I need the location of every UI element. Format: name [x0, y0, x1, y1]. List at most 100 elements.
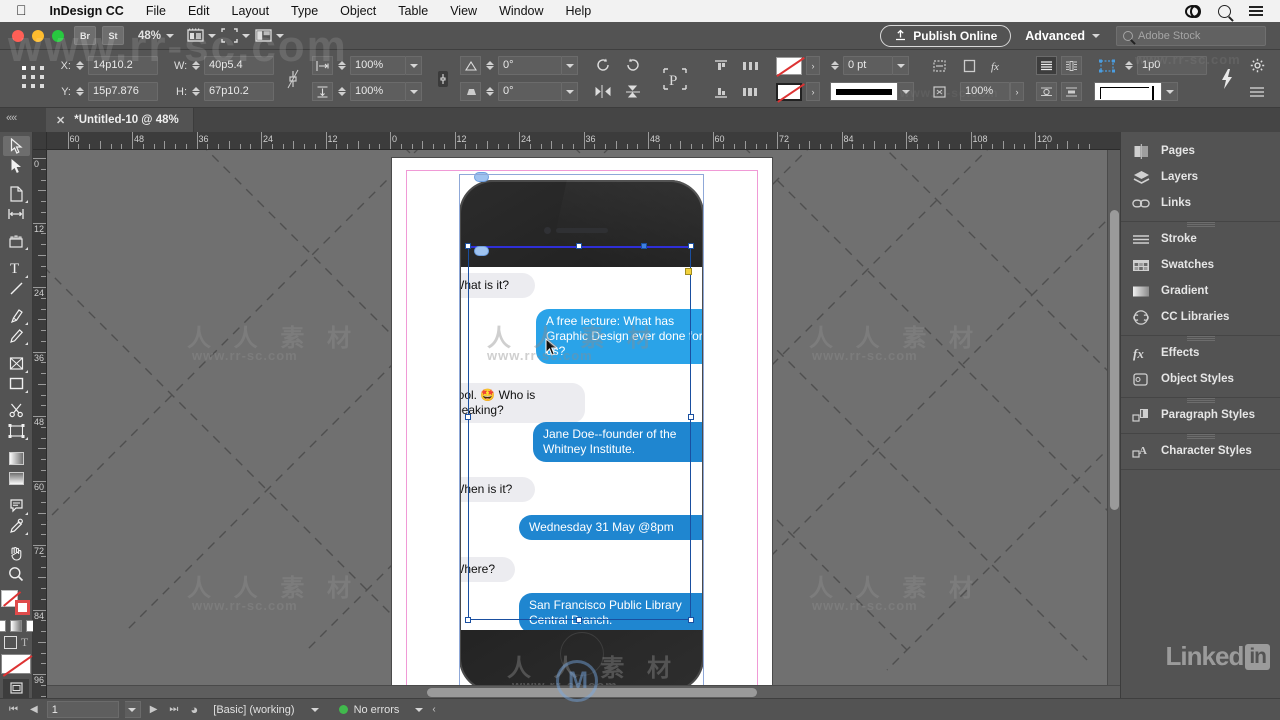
stroke-style-dropdown[interactable]	[898, 82, 914, 101]
last-page-icon[interactable]: ⏭	[166, 704, 181, 715]
zoom-level-control[interactable]: 48%	[130, 30, 182, 42]
frame-tool[interactable]	[3, 353, 30, 373]
dock-grip[interactable]	[1186, 433, 1215, 439]
flip-horizontal-icon[interactable]	[592, 82, 614, 101]
line-tool[interactable]	[3, 279, 30, 299]
next-page-icon[interactable]: ▶	[147, 704, 161, 715]
dock-item-pages[interactable]: Pages	[1121, 138, 1280, 164]
note-tool[interactable]	[3, 496, 30, 516]
rotate-clockwise-icon[interactable]	[592, 56, 614, 75]
ruler-origin[interactable]	[33, 132, 47, 150]
apply-none-swatch[interactable]	[1, 654, 31, 674]
reference-point-proxy[interactable]	[22, 65, 48, 92]
apply-gradient-icon[interactable]	[10, 620, 22, 633]
gradient-swatch-tool[interactable]	[3, 448, 30, 468]
normal-view-mode-icon[interactable]	[3, 678, 29, 699]
notification-center-icon[interactable]	[1240, 3, 1272, 18]
rotate-dropdown[interactable]	[562, 56, 578, 75]
selection-tool[interactable]	[2, 136, 30, 157]
menu-edit[interactable]: Edit	[177, 4, 221, 18]
opacity-dropdown[interactable]: ›	[1010, 82, 1024, 101]
menu-file[interactable]: File	[135, 4, 177, 18]
stroke-weight-dropdown[interactable]	[893, 56, 909, 75]
status-expand-icon[interactable]: ‹	[429, 704, 438, 715]
gear-icon[interactable]	[1246, 56, 1268, 75]
shear-stepper[interactable]	[485, 87, 494, 96]
menu-type[interactable]: Type	[280, 4, 329, 18]
distribute-vertical-icon[interactable]	[740, 82, 762, 101]
stroke-weight-input[interactable]: 0 pt	[843, 56, 893, 75]
page-number-dropdown[interactable]	[124, 701, 141, 718]
hand-tool[interactable]	[3, 543, 30, 563]
dock-item-gradient[interactable]: Gradient	[1121, 278, 1280, 304]
adobe-stock-button[interactable]: St	[102, 26, 124, 45]
apply-color-icon[interactable]	[0, 620, 6, 633]
menu-object[interactable]: Object	[329, 4, 387, 18]
chevron-down-icon[interactable]	[166, 33, 175, 38]
text-wrap-bounding-box-icon[interactable]	[1061, 56, 1082, 75]
menubar-app-name[interactable]: InDesign CC	[39, 4, 135, 18]
pencil-tool[interactable]	[3, 326, 30, 346]
workspace-switcher[interactable]: Advanced	[1025, 29, 1100, 43]
first-page-icon[interactable]: ⏮	[6, 704, 21, 715]
stroke-weight-stepper[interactable]	[830, 61, 839, 70]
effects-fx-icon[interactable]: fx	[988, 56, 1010, 75]
format-container-icon[interactable]	[3, 636, 17, 650]
chevron-down-icon[interactable]	[1092, 33, 1100, 38]
previous-page-icon[interactable]: ◀	[27, 704, 41, 715]
w-input[interactable]: 40p5.4	[204, 56, 274, 75]
x-stepper[interactable]	[75, 61, 84, 70]
fill-stroke-proxy[interactable]	[1, 589, 31, 616]
constrain-proportions-icon[interactable]	[282, 69, 304, 88]
menu-window[interactable]: Window	[488, 4, 554, 18]
view-options-icon[interactable]	[184, 26, 206, 45]
apple-logo-icon[interactable]: 	[8, 3, 39, 19]
content-collector-tool[interactable]	[3, 231, 30, 251]
corner-options-dropdown[interactable]	[1162, 82, 1178, 101]
dock-item-character-styles[interactable]: A Character Styles	[1121, 438, 1280, 464]
select-content-icon[interactable]	[1096, 56, 1118, 75]
dock-grip[interactable]	[1186, 335, 1215, 341]
gap-stepper[interactable]	[1124, 61, 1133, 70]
fit-frame-to-content-icon[interactable]	[928, 56, 950, 75]
fill-color-swatch[interactable]	[776, 56, 802, 75]
stroke-box[interactable]	[15, 600, 30, 616]
vertical-ruler[interactable]: 0 12 24 36 48 60 72 84 96	[33, 150, 47, 698]
shear-input[interactable]: 0°	[498, 82, 562, 101]
corner-options-preview[interactable]	[1094, 82, 1162, 101]
page-tool[interactable]	[3, 184, 30, 204]
opacity-input[interactable]: 100%	[960, 82, 1010, 101]
dock-item-effects[interactable]: fx Effects	[1121, 340, 1280, 366]
h-stepper[interactable]	[191, 87, 200, 96]
stroke-style-preview[interactable]	[830, 82, 898, 101]
align-bottom-icon[interactable]	[710, 82, 732, 101]
screen-mode-chevron-icon[interactable]	[242, 33, 251, 38]
rectangle-tool[interactable]	[3, 374, 30, 394]
dock-item-swatches[interactable]: Swatches	[1121, 252, 1280, 278]
format-text-icon[interactable]: T	[21, 636, 28, 649]
x-input[interactable]: 14p10.2	[88, 56, 158, 75]
view-options-chevron-icon[interactable]	[208, 33, 217, 38]
scale-y-input[interactable]: 100%	[350, 82, 406, 101]
stroke-swatch-dropdown[interactable]: ›	[806, 82, 820, 101]
dock-item-links[interactable]: Links	[1121, 190, 1280, 216]
scale-x-stepper[interactable]	[337, 61, 346, 70]
scale-y-stepper[interactable]	[337, 87, 346, 96]
w-stepper[interactable]	[191, 61, 200, 70]
maximize-window-button[interactable]	[52, 29, 64, 42]
text-wrap-object-shape-icon[interactable]	[1036, 82, 1057, 101]
rotate-input[interactable]: 0°	[498, 56, 562, 75]
frame-icon[interactable]	[958, 56, 980, 75]
close-window-button[interactable]	[12, 29, 24, 42]
direct-selection-tool[interactable]	[3, 156, 30, 176]
rotate-counterclockwise-icon[interactable]	[622, 56, 644, 75]
preflight-icon[interactable]: ◕	[187, 702, 201, 717]
rotate-stepper[interactable]	[485, 61, 494, 70]
flip-vertical-icon[interactable]	[622, 82, 644, 101]
minimize-window-button[interactable]	[32, 29, 44, 42]
h-input[interactable]: 67p10.2	[204, 82, 274, 101]
arrange-documents-chevron-icon[interactable]	[276, 33, 285, 38]
window-traffic-lights[interactable]	[8, 29, 74, 42]
align-top-icon[interactable]	[710, 56, 732, 75]
free-transform-tool[interactable]	[3, 421, 30, 441]
